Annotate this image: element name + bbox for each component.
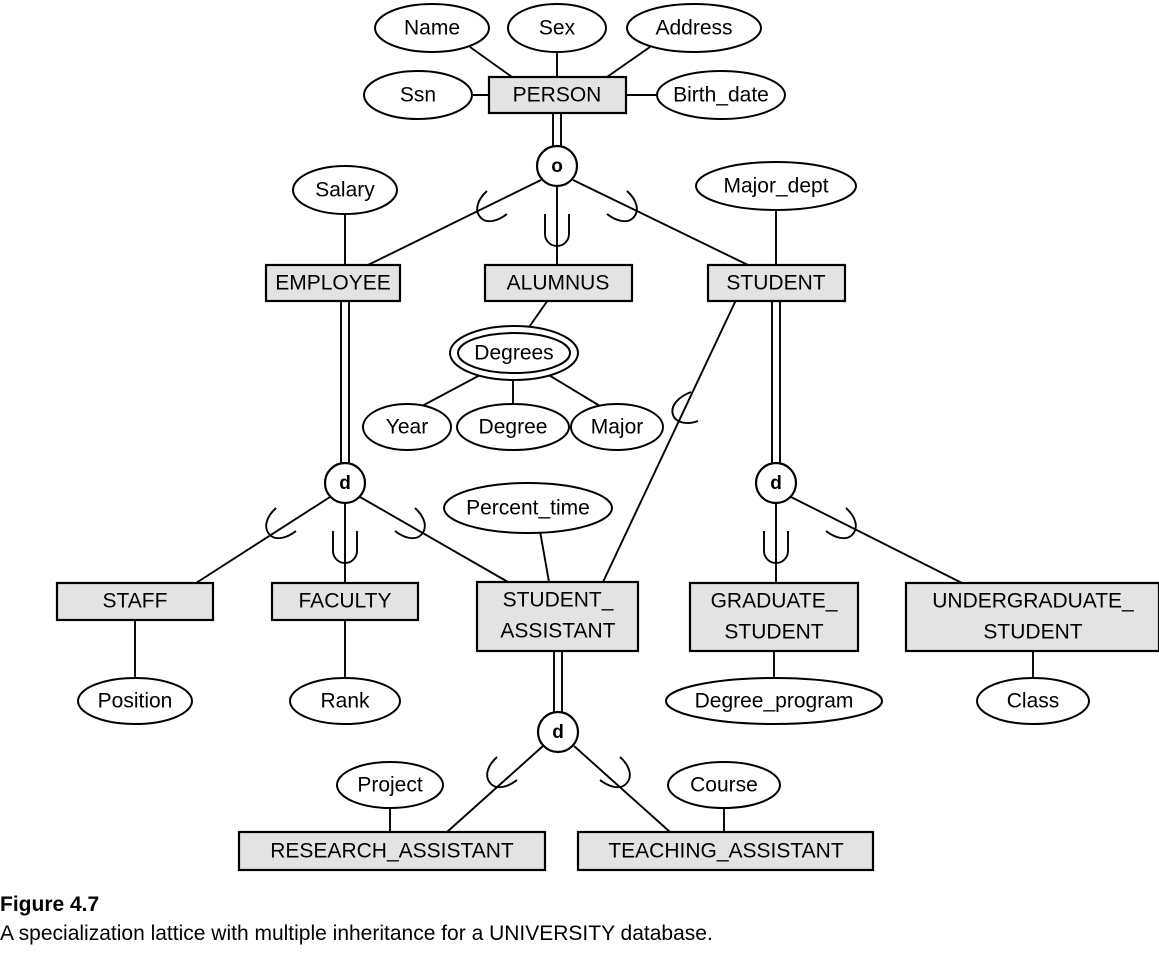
specialization-circle-employee: d	[323, 461, 367, 505]
attribute-degrees-label: Degrees	[474, 342, 553, 365]
subset-arc-studentassistant	[394, 507, 426, 540]
edge-degrees-year	[421, 373, 483, 407]
attribute-address-label: Address	[655, 17, 732, 40]
attribute-name-label: Name	[404, 17, 460, 40]
attribute-percent-time: Percent_time	[443, 482, 613, 534]
edge-percenttime-studentassistant	[539, 530, 550, 583]
attribute-salary: Salary	[292, 165, 398, 215]
attribute-project-label: Project	[357, 774, 423, 797]
attribute-degree-program: Degree_program	[665, 677, 883, 725]
attributes-layer: Name Sex Address Ssn Birth_date Salary M…	[77, 3, 1090, 809]
entity-undergraduate-student: UNDERGRADUATE_ STUDENT	[904, 581, 1159, 653]
entity-teaching-assistant: TEACHING_ASSISTANT	[576, 830, 875, 872]
figure-caption: Figure 4.7 A specialization lattice with…	[0, 893, 1159, 946]
entity-employee-label: EMPLOYEE	[275, 272, 391, 295]
attribute-degree-program-label: Degree_program	[695, 690, 854, 713]
specialization-circle-student: d	[754, 461, 798, 505]
er-diagram-figure: Name Sex Address Ssn Birth_date Salary M…	[0, 0, 1159, 963]
specialization-circle-assistant: d	[536, 710, 580, 754]
attribute-class: Class	[976, 677, 1090, 725]
entity-staff-label: STAFF	[103, 590, 168, 613]
attribute-course-label: Course	[690, 774, 758, 797]
attribute-birth-date: Birth_date	[656, 70, 786, 120]
attribute-major: Major	[570, 403, 664, 451]
attribute-year: Year	[362, 403, 452, 451]
attribute-year-label: Year	[386, 416, 428, 439]
entity-alumnus: ALUMNUS	[483, 263, 634, 303]
subset-arc-staff	[265, 507, 297, 540]
attribute-address: Address	[626, 3, 762, 53]
entity-staff: STAFF	[55, 581, 215, 622]
attribute-position: Position	[77, 677, 193, 725]
attribute-birth-date-label: Birth_date	[673, 84, 769, 107]
disjoint-circle-student-label: d	[770, 473, 782, 494]
entity-student-assistant: STUDENT_ ASSISTANT	[475, 580, 640, 653]
entity-research-assistant: RESEARCH_ASSISTANT	[237, 830, 547, 872]
figure-number: Figure 4.7	[0, 893, 100, 916]
specialization-circle-person: o	[535, 144, 579, 188]
attribute-project: Project	[336, 761, 444, 809]
entity-person: PERSON	[487, 75, 628, 115]
entity-graduate-student-label-line1: GRADUATE_	[711, 590, 838, 613]
attribute-salary-label: Salary	[315, 179, 375, 202]
edge-address-person	[606, 46, 651, 78]
entity-faculty-label: FACULTY	[299, 590, 392, 613]
attribute-course: Course	[667, 761, 781, 809]
edge-alumnus-degrees	[526, 299, 549, 331]
attribute-sex: Sex	[507, 3, 607, 53]
entity-student-assistant-label-line2: ASSISTANT	[500, 620, 615, 643]
entity-research-assistant-label: RESEARCH_ASSISTANT	[270, 840, 514, 863]
entity-student-label: STUDENT	[726, 272, 825, 295]
edge-d-staff	[195, 496, 331, 584]
edge-degrees-major	[546, 373, 601, 407]
entity-graduate-student-label-line2: STUDENT	[724, 621, 823, 644]
overlapping-circle-label: o	[551, 156, 563, 177]
edge-d-undergraduatestudent	[790, 496, 963, 584]
attribute-class-label: Class	[1007, 690, 1060, 713]
subset-arc-student	[606, 190, 638, 223]
attribute-ssn-label: Ssn	[400, 84, 436, 107]
attribute-major-dept: Major_dept	[695, 161, 857, 211]
attribute-degree-label: Degree	[479, 416, 548, 439]
entity-student-assistant-label-line1: STUDENT_	[503, 589, 614, 612]
attribute-degree: Degree	[456, 403, 570, 451]
edge-name-person	[469, 46, 513, 78]
attribute-rank: Rank	[289, 677, 401, 725]
entity-faculty: FACULTY	[270, 581, 420, 622]
figure-caption-text: A specialization lattice with multiple i…	[0, 922, 713, 946]
er-diagram-canvas: Name Sex Address Ssn Birth_date Salary M…	[55, 3, 1159, 872]
attribute-rank-label: Rank	[320, 690, 370, 713]
disjoint-circle-employee-label: d	[339, 473, 351, 494]
entity-employee: EMPLOYEE	[264, 263, 402, 303]
attribute-percent-time-label: Percent_time	[466, 497, 590, 520]
attribute-position-label: Position	[98, 690, 173, 713]
entity-teaching-assistant-label: TEACHING_ASSISTANT	[608, 840, 843, 863]
subset-arc-employee	[476, 190, 508, 223]
attribute-major-dept-label: Major_dept	[723, 175, 828, 198]
entity-alumnus-label: ALUMNUS	[507, 272, 610, 295]
entity-person-label: PERSON	[513, 84, 602, 107]
entity-student: STUDENT	[706, 263, 847, 303]
attribute-sex-label: Sex	[539, 17, 576, 40]
attribute-major-label: Major	[591, 416, 644, 439]
attribute-degrees: Degrees	[449, 325, 579, 381]
entity-undergraduate-student-label-line2: STUDENT	[983, 621, 1082, 644]
entity-graduate-student: GRADUATE_ STUDENT	[688, 581, 860, 653]
entity-undergraduate-student-label-line1: UNDERGRADUATE_	[932, 590, 1134, 613]
attribute-ssn: Ssn	[363, 70, 473, 120]
disjoint-circle-assistant-label: d	[552, 722, 564, 743]
attribute-name: Name	[374, 3, 490, 53]
